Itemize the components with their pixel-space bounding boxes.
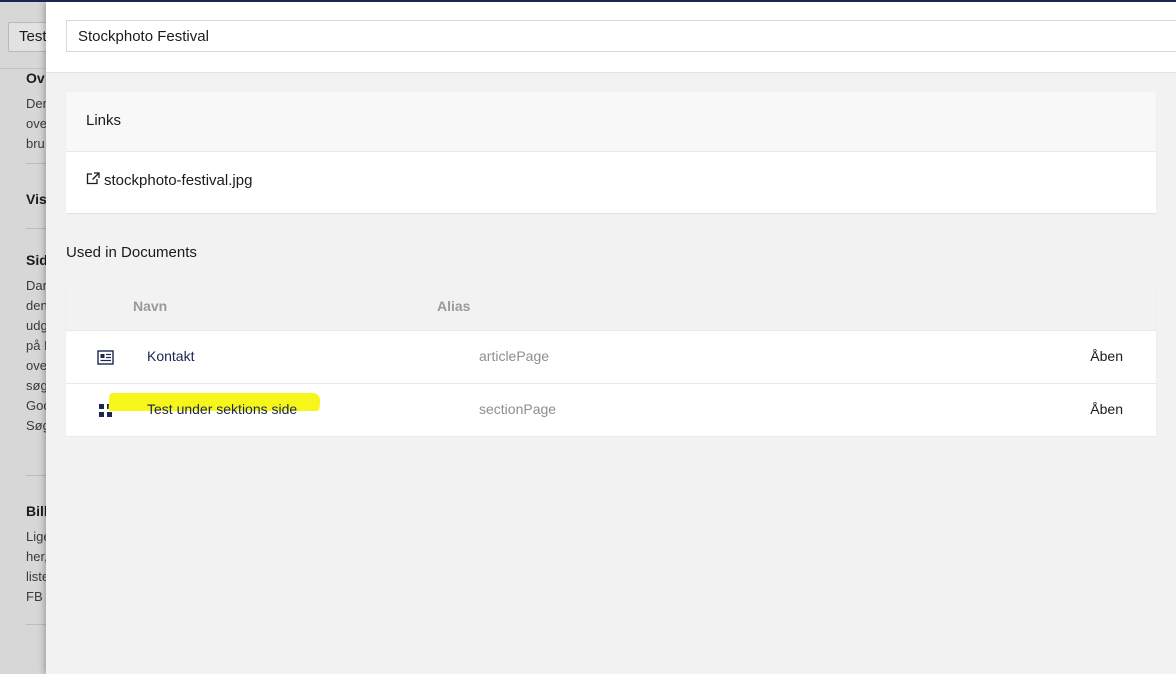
open-link[interactable]: Åben xyxy=(1090,348,1123,364)
links-box: Links stockphoto-festival.jpg xyxy=(66,92,1156,213)
background-rule xyxy=(26,475,46,476)
row-name-link[interactable]: Test under sektions side xyxy=(147,401,297,417)
external-link-icon xyxy=(86,172,104,189)
row-name-link[interactable]: Kontakt xyxy=(147,348,194,364)
background-rule xyxy=(26,624,46,625)
open-link[interactable]: Åben xyxy=(1090,401,1123,417)
used-in-documents-heading: Used in Documents xyxy=(66,244,197,261)
background-heading-2: Vis xyxy=(26,191,47,207)
background-text: Dar xyxy=(26,278,47,293)
background-heading-4: Bill xyxy=(26,503,48,519)
background-text: ove xyxy=(26,116,47,131)
background-heading-3: Sid xyxy=(26,252,48,268)
file-link[interactable]: stockphoto-festival.jpg xyxy=(86,172,252,189)
media-name-input[interactable] xyxy=(66,20,1176,52)
documents-table: Navn Alias Kontakt articlePage Åben Test… xyxy=(66,284,1156,437)
background-text: ove xyxy=(26,358,47,373)
background-text: bru xyxy=(26,136,45,151)
column-header-alias: Alias xyxy=(437,298,471,314)
background-rule xyxy=(26,163,46,164)
row-alias: sectionPage xyxy=(479,401,557,417)
column-header-name: Navn xyxy=(133,298,168,314)
row-alias: articlePage xyxy=(479,348,550,364)
background-heading-1: Ov xyxy=(26,70,45,86)
table-row[interactable]: Kontakt articlePage Åben xyxy=(66,331,1156,384)
background-text: søg xyxy=(26,378,48,393)
background-rule xyxy=(26,228,46,229)
background-text: udg xyxy=(26,318,48,333)
background-text: her, xyxy=(26,549,48,564)
background-divider xyxy=(0,68,46,69)
background-text: Der xyxy=(26,96,47,111)
media-info-panel: Links stockphoto-festival.jpg Used in Do… xyxy=(46,2,1176,674)
table-header-row: Navn Alias xyxy=(66,284,1156,331)
article-page-icon xyxy=(97,350,114,370)
top-accent-line xyxy=(0,0,1176,2)
file-link-label[interactable]: stockphoto-festival.jpg xyxy=(104,172,252,189)
panel-header xyxy=(46,2,1176,73)
links-heading: Links xyxy=(66,92,1156,152)
table-row[interactable]: Test under sektions side sectionPage Åbe… xyxy=(66,384,1156,437)
background-text: den xyxy=(26,298,48,313)
